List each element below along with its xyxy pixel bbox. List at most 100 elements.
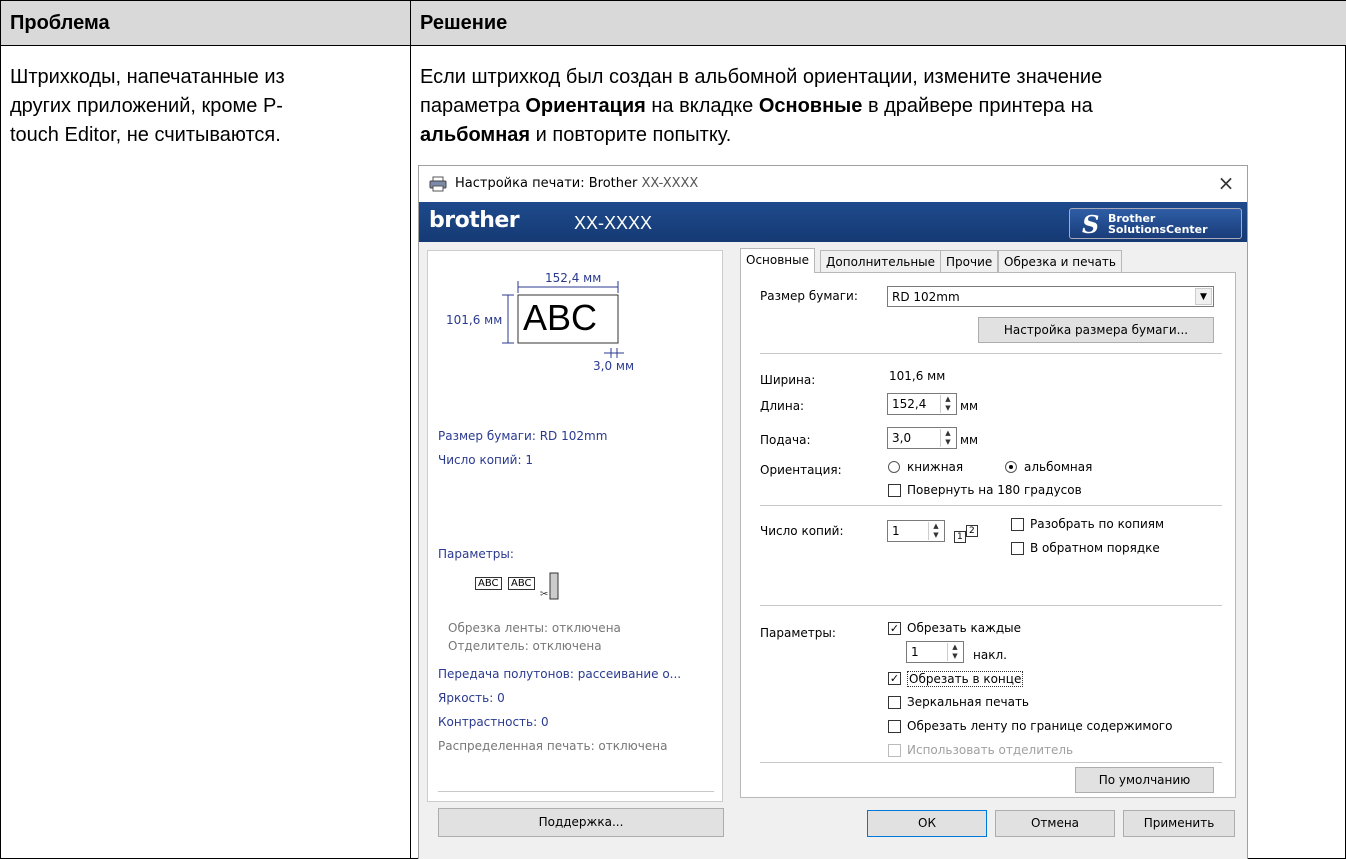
preview-paper-size: Размер бумаги: RD 102mm: [438, 429, 608, 443]
copies-spinner[interactable]: 1 ▲ ▼: [887, 520, 945, 542]
print-settings-dialog: Настройка печати: Brother XX-XXXX × brot…: [418, 165, 1248, 859]
divider-3: [760, 605, 1222, 606]
printer-icon: [429, 176, 447, 192]
feed-label: Подача:: [760, 433, 811, 447]
length-label: Длина:: [760, 399, 805, 413]
problem-text: Штрихкоды, напечатанные из других прилож…: [10, 63, 285, 150]
paper-size-value: RD 102mm: [892, 290, 960, 304]
paper-size-label: Размер бумаги:: [760, 289, 858, 303]
mirror-checkbox[interactable]: [888, 696, 901, 709]
preview-params-heading: Параметры:: [438, 547, 514, 561]
feed-spinner[interactable]: 3,0 ▲ ▼: [887, 427, 957, 449]
preview-distributed: Распределенная печать: отключена: [438, 739, 668, 753]
portrait-label[interactable]: книжная: [907, 460, 963, 474]
cutter-icon: ✂: [540, 572, 559, 600]
paper-size-setup-button[interactable]: Настройка размера бумаги...: [978, 317, 1214, 343]
orientation-label: Ориентация:: [760, 463, 842, 477]
landscape-label[interactable]: альбомная: [1024, 460, 1092, 474]
preview-panel: 152,4 мм 101,6 мм ABC 3,0 мм Размер бума…: [427, 250, 723, 802]
solutions-center-button[interactable]: S Brother SolutionsCenter: [1069, 208, 1242, 239]
solutions-center-icon: S: [1082, 210, 1100, 239]
trim-tape-checkbox[interactable]: [888, 720, 901, 733]
collate-icon: 1: [954, 531, 966, 543]
solution-line-3: альбомная и повторите попытку.: [420, 124, 732, 146]
label-sample-text: ABC: [523, 297, 598, 338]
length-spinner[interactable]: 152,4 ▲ ▼: [887, 393, 957, 415]
tab-advanced[interactable]: Дополнительные: [820, 250, 942, 273]
reverse-label[interactable]: В обратном порядке: [1030, 541, 1160, 555]
reverse-checkbox[interactable]: [1011, 542, 1024, 555]
thumb-label-1: ABC: [475, 577, 502, 590]
cut-at-end-label[interactable]: Обрезать в конце: [907, 671, 1024, 687]
solution-line-2: параметра Ориентация на вкладке Основные…: [420, 95, 1093, 117]
close-icon[interactable]: ×: [1215, 172, 1237, 194]
header-problem: Проблема: [10, 12, 110, 34]
width-dimension: 152,4 мм: [545, 271, 602, 285]
portrait-radio[interactable]: [888, 461, 900, 473]
cut-every-value: 1: [911, 645, 919, 659]
options-label: Параметры:: [760, 626, 836, 640]
problem-line-1: Штрихкоды, напечатанные из: [10, 66, 285, 88]
support-button[interactable]: Поддержка...: [438, 808, 724, 837]
column-divider: [410, 1, 411, 859]
cut-every-spinner[interactable]: 1 ▲ ▼: [906, 641, 964, 663]
header-solution: Решение: [420, 12, 508, 34]
length-value: 152,4: [892, 397, 927, 411]
rotate180-label[interactable]: Повернуть на 180 градусов: [907, 483, 1082, 497]
divider-4: [760, 762, 1222, 763]
ok-button[interactable]: ОК: [867, 810, 987, 837]
defaults-button[interactable]: По умолчанию: [1075, 767, 1214, 793]
cut-at-end-checkbox[interactable]: ✓: [888, 672, 901, 685]
dialog-titlebar: Настройка печати: Brother XX-XXXX ×: [419, 166, 1247, 202]
printer-model: XX-XXXX: [574, 213, 653, 233]
tab-other[interactable]: Прочие: [940, 250, 999, 273]
trim-tape-label[interactable]: Обрезать ленту по границе содержимого: [907, 719, 1172, 733]
spinner-arrows-icon[interactable]: ▲ ▼: [940, 429, 955, 447]
collate-label[interactable]: Разобрать по копиям: [1030, 517, 1164, 531]
dialog-body: 152,4 мм 101,6 мм ABC 3,0 мм Размер бума…: [419, 242, 1247, 859]
rotate180-checkbox[interactable]: [888, 484, 901, 497]
table-header-row: Проблема Решение: [1, 1, 1346, 46]
preview-separator: Отделитель: отключена: [448, 639, 602, 653]
apply-button[interactable]: Применить: [1123, 810, 1235, 837]
spinner-arrows-icon[interactable]: ▲ ▼: [928, 522, 943, 540]
cancel-button[interactable]: Отмена: [995, 810, 1115, 837]
problem-line-2: других приложений, кроме P-: [10, 95, 283, 117]
paper-size-select[interactable]: RD 102mm ▼: [887, 286, 1214, 307]
tab-basic[interactable]: Основные: [740, 248, 816, 273]
collate-checkbox[interactable]: [1011, 518, 1024, 531]
preview-cut-tape: Обрезка ленты: отключена: [448, 621, 621, 635]
landscape-radio[interactable]: [1005, 461, 1017, 473]
height-dimension: 101,6 мм: [446, 313, 503, 327]
brand-bar: brother XX-XXXX S Brother SolutionsCente…: [419, 202, 1247, 242]
thumb-label-2: ABC: [508, 577, 535, 590]
basic-tab-panel: Размер бумаги: RD 102mm ▼ Настройка разм…: [740, 272, 1236, 798]
solution-line-1: Если штрихкод был создан в альбомной ори…: [420, 66, 1103, 88]
brother-logo: brother: [429, 208, 520, 233]
length-unit: мм: [960, 399, 979, 413]
cut-every-unit: накл.: [973, 648, 1007, 662]
feed-unit: мм: [960, 433, 979, 447]
width-label: Ширина:: [760, 373, 816, 387]
gap-dimension: 3,0 мм: [593, 359, 635, 373]
feed-value: 3,0: [892, 431, 912, 445]
preview-halftone: Передача полутонов: рассеивание о...: [438, 667, 682, 681]
mirror-label[interactable]: Зеркальная печать: [907, 695, 1029, 709]
use-separator-label: Использовать отделитель: [907, 743, 1074, 757]
copies-label: Число копий:: [760, 524, 844, 538]
preview-copies: Число копий: 1: [438, 453, 533, 467]
collate-icon: 2: [966, 525, 978, 537]
divider-1: [760, 353, 1222, 354]
spinner-arrows-icon[interactable]: ▲ ▼: [940, 395, 955, 413]
cut-every-label[interactable]: Обрезать каждые: [907, 621, 1021, 635]
divider-2: [760, 505, 1222, 506]
cut-every-checkbox[interactable]: ✓: [888, 622, 901, 635]
preview-divider: [438, 791, 714, 792]
svg-text:✂: ✂: [540, 589, 548, 600]
preview-contrast: Контрастность: 0: [438, 715, 549, 729]
copies-value: 1: [892, 524, 900, 538]
tab-cut-print[interactable]: Обрезка и печать: [998, 250, 1122, 273]
spinner-arrows-icon[interactable]: ▲ ▼: [947, 643, 962, 661]
width-value: 101,6 мм: [889, 369, 946, 383]
problem-line-3: touch Editor, не считываются.: [10, 124, 281, 146]
